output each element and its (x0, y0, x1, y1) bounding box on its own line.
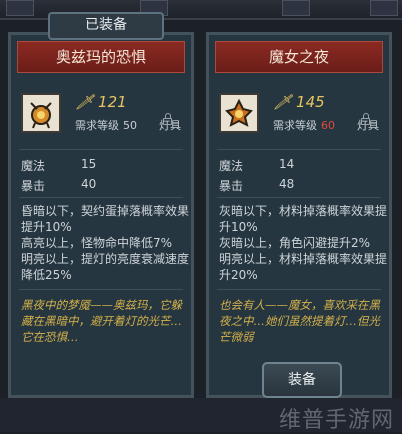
effect-line: 高亮以上，怪物命中降低7% (21, 236, 173, 250)
lantern-ozma-icon[interactable] (21, 93, 61, 133)
effect-line: 升20% (219, 268, 258, 282)
divider (217, 289, 381, 290)
divider (217, 197, 381, 198)
effect-line: 提升10% (21, 220, 72, 234)
divider (217, 149, 381, 150)
equipped-tab: 已装备 (48, 12, 164, 40)
lore-text: 黑夜中的梦魇——奥兹玛，它躲 藏在黑暗中，避开着灯的光芒… 它在恐惧… (21, 298, 182, 344)
equipped-item-card: 奥兹玛的恐惧 🗡 121 需求等级 50 灯具 魔法 15 暴击 40 昏暗以下，契约蛋… (8, 32, 194, 398)
effect-line: 降低25% (21, 268, 72, 282)
required-level: 需求等级 60 灯具 (273, 119, 379, 132)
divider (19, 197, 183, 198)
item-name: 魔女之夜 (215, 41, 383, 73)
required-level: 需求等级 50 灯具 (75, 119, 181, 132)
stat-crit: 暴击 40 (21, 177, 97, 193)
effect-list: 灰暗以下，材料掉落概率效果提 升10% 灰暗以上，角色闪避提升2% 明亮以上，材… (219, 203, 391, 283)
effect-line: 明亮以上，材料掉落概率效果提 (219, 252, 388, 266)
item-name: 奥兹玛的恐惧 (17, 41, 185, 73)
sword-power-icon: 🗡 (75, 93, 95, 111)
lock-icon[interactable] (361, 113, 370, 125)
top-slot[interactable] (370, 0, 398, 16)
power-value: 🗡 145 (273, 93, 325, 111)
equip-button[interactable]: 装备 (262, 362, 342, 398)
lantern-witch-icon[interactable] (219, 93, 259, 133)
divider (19, 149, 183, 150)
sword-power-icon: 🗡 (273, 93, 293, 111)
effect-list: 昏暗以下，契约蛋掉落概率效果 提升10% 高亮以上，怪物命中降低7% 明亮以上，… (21, 203, 193, 283)
power-value: 🗡 121 (75, 93, 127, 111)
effect-line: 明亮以上，提灯的亮度衰减速度 (21, 252, 190, 266)
divider (19, 289, 183, 290)
top-slot[interactable] (282, 0, 310, 16)
effect-line: 升10% (219, 220, 258, 234)
stat-magic: 魔法 14 (219, 157, 295, 173)
effect-line: 灰暗以下，材料掉落概率效果提 (219, 204, 388, 218)
effect-line: 昏暗以下，契约蛋掉落概率效果 (21, 204, 190, 218)
lock-icon[interactable] (163, 113, 172, 125)
candidate-item-card: 魔女之夜 🗡 145 需求等级 60 灯具 魔法 14 暴击 48 灰暗以下，材料掉落概… (206, 32, 392, 398)
watermark: 维普手游网 (278, 408, 394, 433)
effect-line: 灰暗以上，角色闪避提升2% (219, 236, 371, 250)
stat-magic: 魔法 15 (21, 157, 97, 173)
lore-text: 也会有人——魔女，喜欢采在黑 夜之中…她们虽然提着灯…但光 芒微弱 (219, 298, 380, 344)
stat-crit: 暴击 48 (219, 177, 295, 193)
top-slot[interactable] (6, 0, 34, 16)
